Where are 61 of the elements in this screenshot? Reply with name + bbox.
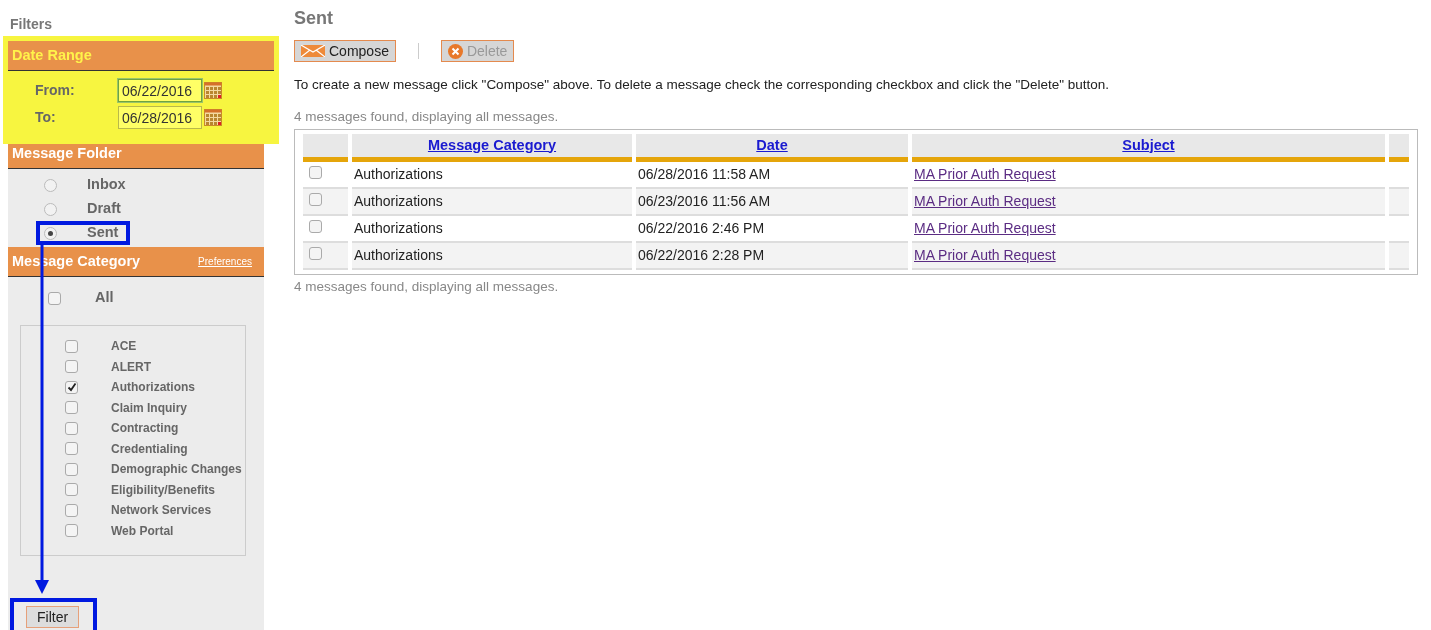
table-cell: Authorizations xyxy=(352,243,632,271)
checkbox[interactable] xyxy=(65,360,78,374)
checkbox[interactable] xyxy=(65,401,78,415)
delete-icon xyxy=(447,43,463,59)
checkbox-label: Authorizations xyxy=(111,379,195,397)
calendar-icon[interactable] xyxy=(204,82,222,99)
message-link[interactable]: MA Prior Auth Request xyxy=(914,166,1056,183)
checkbox-label: Web Portal xyxy=(111,522,174,540)
checkbox-label: All xyxy=(95,288,114,308)
radio-label: Draft xyxy=(87,199,121,219)
checkbox[interactable] xyxy=(65,462,78,476)
checkbox[interactable] xyxy=(309,220,322,234)
field-label: To: xyxy=(35,108,57,127)
envelope-icon xyxy=(301,45,325,57)
checkbox[interactable] xyxy=(65,380,78,394)
checkbox[interactable] xyxy=(65,442,78,456)
message-link[interactable]: MA Prior Auth Request xyxy=(914,247,1056,264)
checkbox-label: Contracting xyxy=(111,420,179,438)
checkbox[interactable] xyxy=(65,503,78,517)
checkbox-label: Credentialing xyxy=(111,440,188,458)
radio-label: Inbox xyxy=(87,175,126,195)
checkbox-label: Network Services xyxy=(111,502,212,520)
checkbox-label: Eligibility/Benefits xyxy=(111,481,215,499)
radio-label: Sent xyxy=(87,223,119,243)
column-header-link[interactable]: Subject xyxy=(1122,136,1175,153)
page-title: Sent xyxy=(294,7,334,30)
checkbox[interactable] xyxy=(48,291,61,305)
filters-title: Filters xyxy=(9,15,53,34)
checkbox-label: Demographic Changes xyxy=(111,461,242,479)
checkbox[interactable] xyxy=(309,247,322,261)
table-header xyxy=(1389,133,1409,163)
field-label: From: xyxy=(35,81,76,100)
checkbox[interactable] xyxy=(65,339,78,353)
checkbox[interactable] xyxy=(65,421,78,435)
radio-button[interactable] xyxy=(44,226,57,240)
date-field[interactable]: 06/22/2016 xyxy=(118,79,202,102)
compose-button[interactable]: Compose xyxy=(294,40,396,62)
table-cell: 06/23/2016 11:56 AM xyxy=(636,189,908,217)
checkbox[interactable] xyxy=(309,193,322,207)
results-count: 4 messages found, displaying all messages. xyxy=(294,108,560,127)
table-header xyxy=(303,133,348,163)
checkbox-label: ALERT xyxy=(111,358,151,376)
table-cell: Authorizations xyxy=(352,189,632,217)
checkbox[interactable] xyxy=(309,166,322,180)
checkbox-label: ACE xyxy=(111,338,137,356)
message-link[interactable]: MA Prior Auth Request xyxy=(914,220,1056,237)
date-field[interactable]: 06/28/2016 xyxy=(118,106,202,129)
instruction-text: To create a new message click "Compose" above. To delete a message check the corresponding checkbox and click the "Delete" button. xyxy=(294,76,1111,94)
filter-button[interactable]: Filter xyxy=(26,606,80,628)
column-header-link[interactable]: Date xyxy=(756,136,788,153)
checkbox-label: Claim Inquiry xyxy=(111,399,187,417)
checkbox[interactable] xyxy=(65,524,78,538)
checkbox[interactable] xyxy=(65,483,78,497)
radio-button[interactable] xyxy=(44,202,57,216)
section-header: Date Range xyxy=(12,45,92,65)
table-cell: 06/22/2016 2:28 PM xyxy=(636,243,908,271)
radio-button[interactable] xyxy=(44,178,57,192)
calendar-icon[interactable] xyxy=(204,109,222,126)
message-link[interactable]: MA Prior Auth Request xyxy=(914,193,1056,210)
results-count: 4 messages found, displaying all messages. xyxy=(294,278,560,297)
section-header: Message Folder xyxy=(12,143,122,163)
